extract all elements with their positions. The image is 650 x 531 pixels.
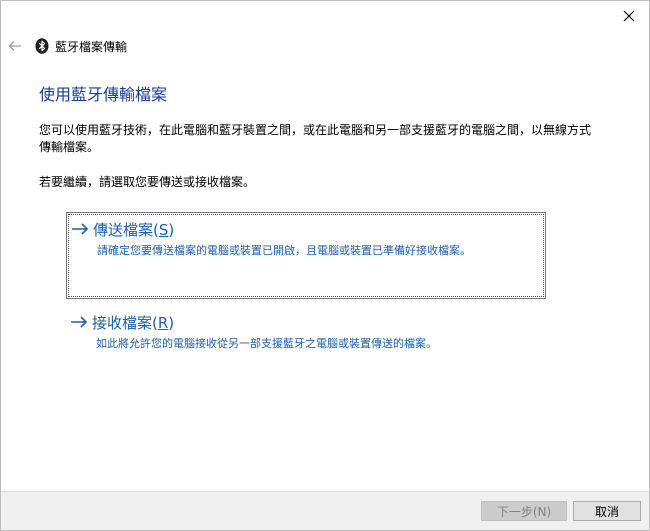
send-files-title: 傳送檔案(S)	[93, 221, 175, 239]
send-files-subtitle: 請確定您要傳送檔案的電腦或裝置已開啟，且電腦或裝置已準備好接收檔案。	[97, 244, 471, 257]
back-button[interactable]	[7, 38, 23, 54]
receive-files-subtitle: 如此將允許您的電腦接收從另一部支援藍牙之電腦或裝置傳送的檔案。	[96, 337, 437, 350]
description-text: 您可以使用藍牙技術，在此電腦和藍牙裝置之間，或在此電腦和另一部支援藍牙的電腦之間…	[39, 123, 592, 154]
window-title: 藍牙檔案傳輸	[55, 39, 128, 54]
receive-files-title: 接收檔案(R)	[92, 314, 175, 332]
instruction-text: 若要繼續，請選取您要傳送或接收檔案。	[39, 175, 256, 189]
title-bar: 藍牙檔案傳輸	[1, 35, 127, 57]
next-button[interactable]: 下一步(N)	[481, 501, 567, 521]
footer-bar: 下一步(N) 取消	[1, 491, 649, 530]
page-heading: 使用藍牙傳輸檔案	[39, 85, 168, 104]
bluetooth-transfer-window: 藍牙檔案傳輸 使用藍牙傳輸檔案 您可以使用藍牙技術，在此電腦和藍牙裝置之間，或在…	[0, 0, 650, 531]
right-arrow-icon	[71, 220, 93, 238]
right-arrow-icon	[70, 313, 92, 331]
cancel-button[interactable]: 取消	[573, 501, 641, 521]
send-files-option[interactable]: 傳送檔案(S) 請確定您要傳送檔案的電腦或裝置已開啟，且電腦或裝置已準備好接收檔…	[66, 212, 546, 299]
close-button[interactable]	[611, 3, 647, 29]
bluetooth-icon	[35, 38, 49, 54]
back-arrow-icon	[8, 41, 21, 51]
receive-files-option[interactable]: 接收檔案(R) 如此將允許您的電腦接收從另一部支援藍牙之電腦或裝置傳送的檔案。	[66, 306, 546, 356]
close-icon	[623, 10, 635, 22]
